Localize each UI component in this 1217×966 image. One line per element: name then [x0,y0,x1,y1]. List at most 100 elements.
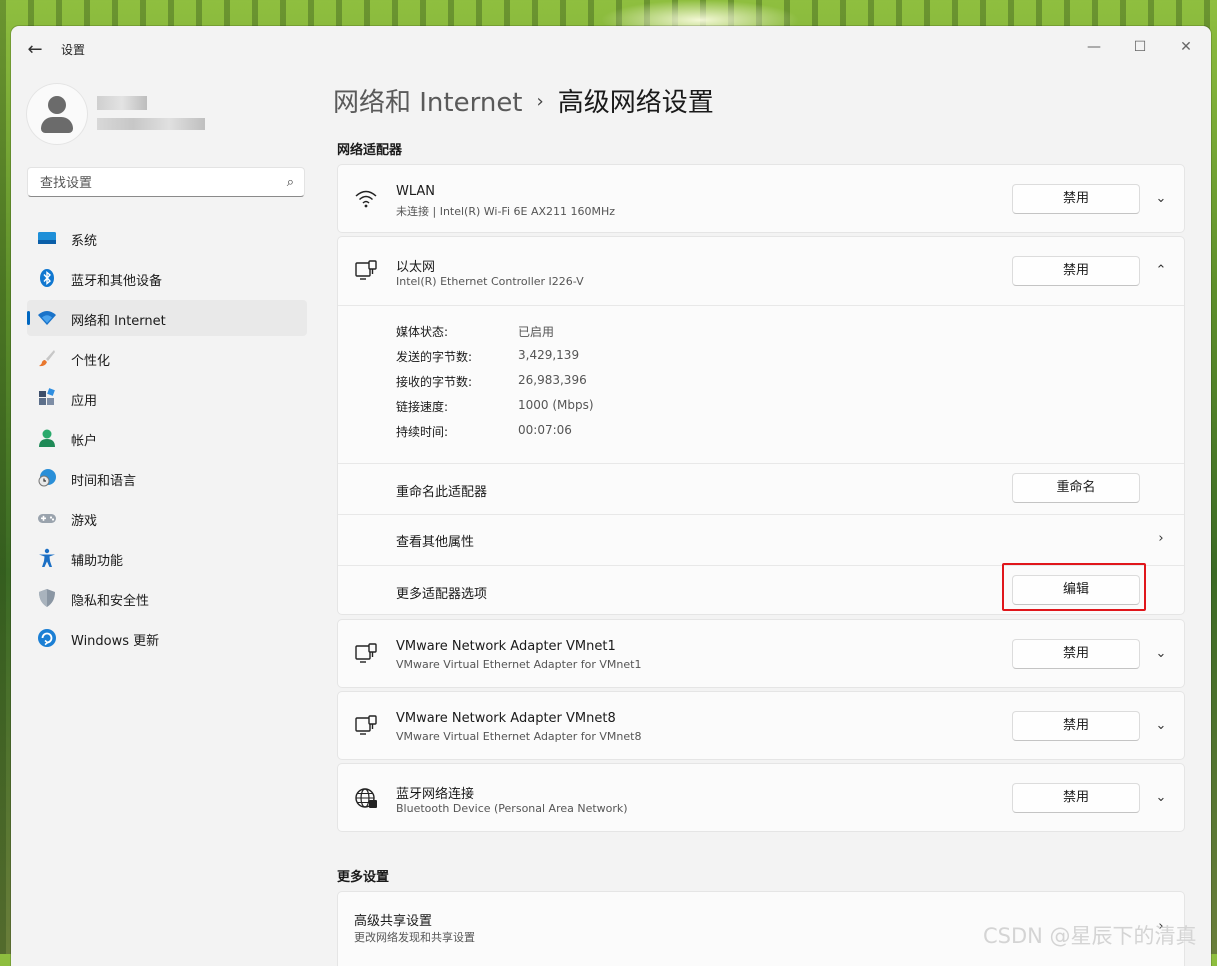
section-title-adapters: 网络适配器 [337,143,403,158]
adapter-name: VMware Network Adapter VMnet1 [396,639,616,654]
blurred-email [97,118,205,130]
stat-label: 接收的字节数: [396,375,473,389]
stat-value: 已启用 [518,325,555,339]
sidebar-item-accounts[interactable]: 帐户 [27,420,307,456]
sidebar-item-privacy[interactable]: 隐私和安全性 [27,580,307,616]
avatar-shoulders [41,117,73,133]
disable-button[interactable]: 禁用 [1012,639,1140,669]
stat-value: 26,983,396 [518,373,587,387]
bluetooth-icon [40,269,54,287]
minimize-button[interactable]: — [1071,32,1117,62]
brush-icon [39,350,55,367]
more-adapter-options-label: 更多适配器选项 [396,587,488,602]
breadcrumb-parent[interactable]: 网络和 Internet [333,88,523,118]
shield-icon [39,589,55,607]
breadcrumb-separator-icon: › [536,91,544,112]
stat-label: 媒体状态: [396,325,449,339]
sidebar-item-label: 游戏 [71,514,98,529]
adapter-description: Bluetooth Device (Personal Area Network) [396,802,628,815]
title-bar: ← 设置 — ☐ ✕ [11,26,1211,72]
sidebar-item-personalization[interactable]: 个性化 [27,340,307,376]
disable-button[interactable]: 禁用 [1012,184,1140,214]
sidebar-nav: 系统 蓝牙和其他设备 网络和 Internet 个性化 应用 帐户 时间和语言 [27,220,307,660]
sidebar-item-label: 蓝牙和其他设备 [71,274,163,289]
adapter-card-wlan[interactable]: WLAN 未连接 | Intel(R) Wi-Fi 6E AX211 160MH… [337,164,1185,233]
search-input[interactable] [38,173,272,193]
avatar-head [48,96,66,114]
settings-window: ← 设置 — ☐ ✕ ⌕ 系统 蓝牙和其他设备 网络和 Internet [11,26,1211,966]
rename-button[interactable]: 重命名 [1012,473,1140,503]
disable-button[interactable]: 禁用 [1012,711,1140,741]
divider [338,305,1184,306]
sidebar-item-label: 个性化 [71,354,111,369]
avatar[interactable] [27,84,87,144]
disable-button[interactable]: 禁用 [1012,783,1140,813]
stat-label: 发送的字节数: [396,350,473,364]
advanced-sharing-label: 高级共享设置 [354,914,433,929]
sidebar-item-label: 系统 [71,234,98,249]
sidebar-item-label: 应用 [71,394,98,409]
stat-label: 持续时间: [396,425,449,439]
globe-icon [355,788,377,808]
sidebar-item-network[interactable]: 网络和 Internet [27,300,307,336]
section-title-more-settings: 更多设置 [337,870,390,885]
sidebar-item-label: 隐私和安全性 [71,594,150,609]
sidebar-item-label: 辅助功能 [71,554,124,569]
ethernet-icon [355,643,377,663]
adapter-card-vmnet1[interactable]: VMware Network Adapter VMnet1 VMware Vir… [337,619,1185,688]
adapter-card-bluetooth-network[interactable]: 蓝牙网络连接 Bluetooth Device (Personal Area N… [337,763,1185,832]
sidebar-item-accessibility[interactable]: 辅助功能 [27,540,307,576]
adapter-description: 未连接 | Intel(R) Wi-Fi 6E AX211 160MHz [396,205,616,218]
adapter-card-vmnet8[interactable]: VMware Network Adapter VMnet8 VMware Vir… [337,691,1185,760]
ethernet-icon [355,715,377,735]
stat-value: 1000 (Mbps) [518,398,594,412]
stat-value: 3,429,139 [518,348,580,362]
divider [338,463,1184,464]
chevron-down-icon[interactable]: ⌄ [1150,787,1172,809]
sidebar-item-time-language[interactable]: 时间和语言 [27,460,307,496]
chevron-down-icon[interactable]: ⌄ [1150,715,1172,737]
adapter-description: VMware Virtual Ethernet Adapter for VMne… [396,730,642,743]
view-properties-label: 查看其他属性 [396,535,475,550]
back-arrow-icon[interactable]: ← [23,38,47,62]
time-language-icon [38,469,56,487]
chevron-down-icon[interactable]: ⌄ [1150,188,1172,210]
adapter-name: WLAN [396,184,436,199]
chevron-right-icon[interactable]: › [1150,528,1172,550]
system-icon [38,232,56,244]
sidebar-item-label: Windows 更新 [71,634,160,649]
sidebar-item-windows-update[interactable]: Windows 更新 [27,620,307,656]
adapter-card-ethernet: 以太网 Intel(R) Ethernet Controller I226-V … [337,236,1185,615]
gamepad-icon [38,514,56,523]
page-title: 高级网络设置 [557,88,714,118]
highlight-box [1002,563,1146,611]
ethernet-icon [355,260,377,280]
wifi-icon [355,190,377,208]
rename-adapter-label: 重命名此适配器 [396,485,488,500]
sidebar-item-bluetooth[interactable]: 蓝牙和其他设备 [27,260,307,296]
app-title: 设置 [61,43,86,57]
network-icon [38,311,56,325]
adapter-description: VMware Virtual Ethernet Adapter for VMne… [396,658,642,671]
sidebar-item-label: 帐户 [71,434,98,449]
sidebar-item-system[interactable]: 系统 [27,220,307,256]
search-icon[interactable]: ⌕ [287,175,294,190]
adapter-description: Intel(R) Ethernet Controller I226-V [396,275,584,288]
watermark: CSDN @星辰下的清真 [983,924,1197,948]
chevron-down-icon[interactable]: ⌄ [1150,643,1172,665]
sidebar-item-gaming[interactable]: 游戏 [27,500,307,536]
stat-value: 00:07:06 [518,423,572,437]
accessibility-icon [39,548,55,567]
adapter-name: VMware Network Adapter VMnet8 [396,711,616,726]
maximize-button[interactable]: ☐ [1117,32,1163,62]
search-box[interactable]: ⌕ [27,167,305,197]
stat-label: 链接速度: [396,400,449,414]
close-button[interactable]: ✕ [1163,32,1209,62]
account-icon [39,429,55,447]
disable-button[interactable]: 禁用 [1012,256,1140,286]
view-properties-row[interactable]: 查看其他属性 › [338,515,1184,565]
sidebar-item-apps[interactable]: 应用 [27,380,307,416]
apps-icon [39,388,55,405]
update-icon [38,629,56,647]
chevron-up-icon[interactable]: ⌃ [1150,260,1172,282]
